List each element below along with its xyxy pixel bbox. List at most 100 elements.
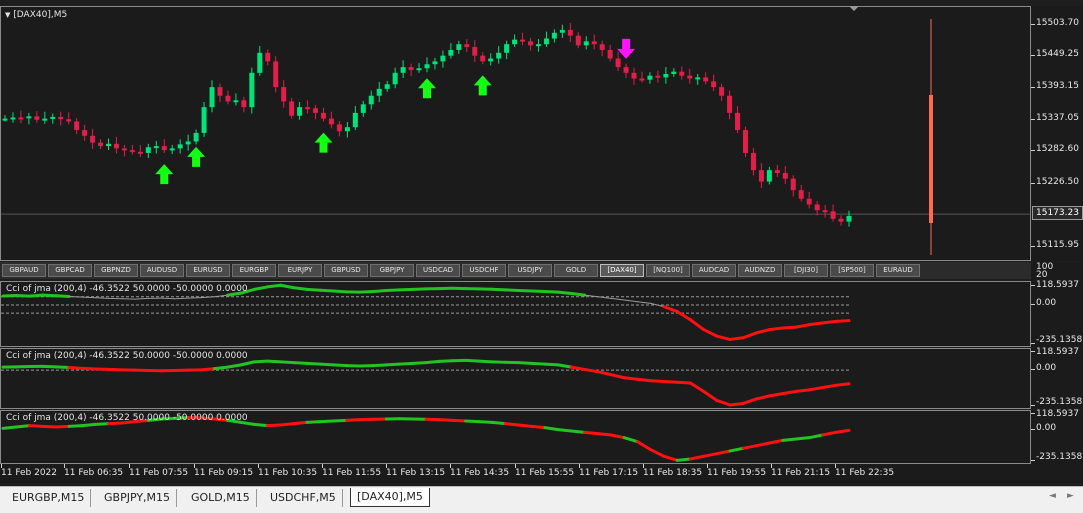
price-label: 15282.60: [1036, 144, 1079, 154]
indicator-segment: [96, 298, 109, 299]
tab-scroll-left-icon[interactable]: ◄: [1049, 491, 1056, 501]
time-label: 11 Feb 07:55: [129, 468, 188, 478]
indicator-segment: [558, 365, 571, 367]
indicator-pane-1[interactable]: Cci of jma (200,4) -46.3522 50.0000 -50.…: [0, 281, 1031, 347]
symbol-button-gbpnzd[interactable]: GBPNZD: [94, 264, 138, 277]
symbol-button-sp500[interactable]: [SP500]: [830, 264, 874, 277]
candle-body: [82, 130, 87, 136]
indicator-segment: [756, 396, 769, 399]
candle-body: [58, 117, 63, 119]
indicator-segment: [320, 421, 333, 422]
indicator-tick: [1031, 429, 1035, 430]
symbol-button-audusd[interactable]: AUDUSD: [140, 264, 184, 277]
price-chart[interactable]: [1, 7, 1030, 260]
tab-scroll-right-icon[interactable]: ►: [1067, 491, 1074, 501]
symbol-button-nq100[interactable]: [NQ100]: [646, 264, 690, 277]
indicator-segment: [690, 383, 703, 391]
chart-tab-gbpjpym15[interactable]: GBPJPY,M15: [98, 489, 177, 507]
indicator-segment: [43, 295, 56, 296]
symbol-button-gbpusd[interactable]: GBPUSD: [324, 264, 368, 277]
signal-arrow-icon: [418, 78, 436, 98]
indicator-axis-2: 118.59370.00-235.1358: [1031, 348, 1083, 409]
scroll-marker-icon[interactable]: [849, 6, 859, 11]
indicator-segment: [809, 323, 822, 325]
indicator-segment: [836, 384, 849, 386]
chart-tab-usdchfm5[interactable]: USDCHF,M5: [264, 489, 343, 507]
price-tick: [1031, 24, 1035, 25]
indicator-segment: [743, 399, 756, 404]
candle-body: [727, 96, 732, 113]
main-chart-pane[interactable]: ▼ [DAX40],M5: [0, 6, 1031, 261]
symbol-button-audcad[interactable]: AUDCAD: [692, 264, 736, 277]
signal-arrow-icon: [155, 164, 173, 184]
symbol-button-euraud[interactable]: EURAUD: [876, 264, 920, 277]
indicator-segment: [69, 367, 82, 368]
time-label: 11 Feb 11:55: [322, 468, 381, 478]
indicator-segment: [611, 375, 624, 378]
indicator-segment: [836, 430, 849, 432]
indicator-pane-2[interactable]: Cci of jma (200,4) -46.3522 50.0000 -50.…: [0, 348, 1031, 409]
indicator-segment: [664, 307, 677, 312]
candle-body: [472, 47, 477, 56]
candle-body: [839, 219, 844, 222]
indicator-segment: [254, 287, 267, 289]
chart-tab-goldm15[interactable]: GOLD,M15: [185, 489, 257, 507]
indicator-segment: [638, 302, 651, 304]
symbol-button-gbpjpy[interactable]: GBPJPY: [370, 264, 414, 277]
indicator-segment: [519, 425, 532, 426]
indicator-segment: [624, 300, 637, 302]
buy-arrow-icon: [474, 75, 492, 95]
indicator-label-3: Cci of jma (200,4) -46.3522 50.0000 -50.…: [6, 413, 248, 423]
symbol-button-audnzd[interactable]: AUDNZD: [738, 264, 782, 277]
candle-body: [178, 144, 183, 148]
chart-tab-eurgbpm15[interactable]: EURGBP,M15: [6, 489, 91, 507]
symbol-button-usdjpy[interactable]: USDJPY: [508, 264, 552, 277]
candle-body: [34, 116, 39, 119]
dropdown-icon[interactable]: ▼: [5, 11, 10, 19]
symbol-button-usdcad[interactable]: USDCAD: [416, 264, 460, 277]
buy-arrow-icon: [187, 147, 205, 167]
signal-arrow-icon: [187, 147, 205, 167]
indicator-segment: [82, 368, 95, 369]
indicator-segment: [16, 295, 29, 296]
indicator-segment: [241, 362, 254, 365]
indicator-tick: [1031, 460, 1035, 461]
indicator-segment: [333, 291, 346, 292]
price-label: 15226.50: [1036, 177, 1079, 187]
candle-body: [321, 113, 326, 119]
symbol-button-dax40[interactable]: [DAX40]: [600, 264, 644, 277]
indicator-segment: [413, 363, 426, 364]
candle-body: [297, 107, 302, 116]
indicator-segment: [571, 431, 584, 432]
symbol-button-eurjpy[interactable]: EURJPY: [278, 264, 322, 277]
indicator-pane-3[interactable]: Cci of jma (200,4) -46.3522 50.0000 -50.…: [0, 410, 1031, 464]
price-label: 15115.95: [1036, 240, 1079, 250]
candle-body: [74, 121, 79, 130]
indicator-segment: [215, 367, 228, 369]
candle-body: [10, 117, 15, 119]
indicator-level-label: 0.00: [1036, 298, 1056, 308]
symbol-button-usdchf[interactable]: USDCHF: [462, 264, 506, 277]
indicator-level-label: -235.1358: [1036, 335, 1082, 345]
indicator-segment: [598, 297, 611, 299]
indicator-segment: [294, 363, 307, 364]
candle-body: [608, 50, 613, 59]
symbol-button-dji30[interactable]: [DJI30]: [784, 264, 828, 277]
indicator-segment: [783, 391, 796, 393]
time-label: 11 Feb 13:15: [386, 468, 445, 478]
candle-body: [417, 68, 422, 70]
symbol-button-gbpcad[interactable]: GBPCAD: [48, 264, 92, 277]
indicator-tick: [1031, 304, 1035, 305]
indicator-segment: [135, 298, 148, 299]
candle-body: [663, 74, 668, 77]
indicator-segment: [664, 456, 677, 460]
indicator-segment: [585, 369, 598, 371]
time-label: 11 Feb 06:35: [64, 468, 123, 478]
symbol-button-eurgbp[interactable]: EURGBP: [232, 264, 276, 277]
chart-tab-dax40m5[interactable]: [DAX40],M5: [350, 488, 430, 507]
symbol-button-gold[interactable]: GOLD: [554, 264, 598, 277]
candle-body: [305, 107, 310, 109]
symbol-button-eurusd[interactable]: EURUSD: [186, 264, 230, 277]
indicator-segment: [796, 325, 809, 327]
symbol-button-gbpaud[interactable]: GBPAUD: [2, 264, 46, 277]
